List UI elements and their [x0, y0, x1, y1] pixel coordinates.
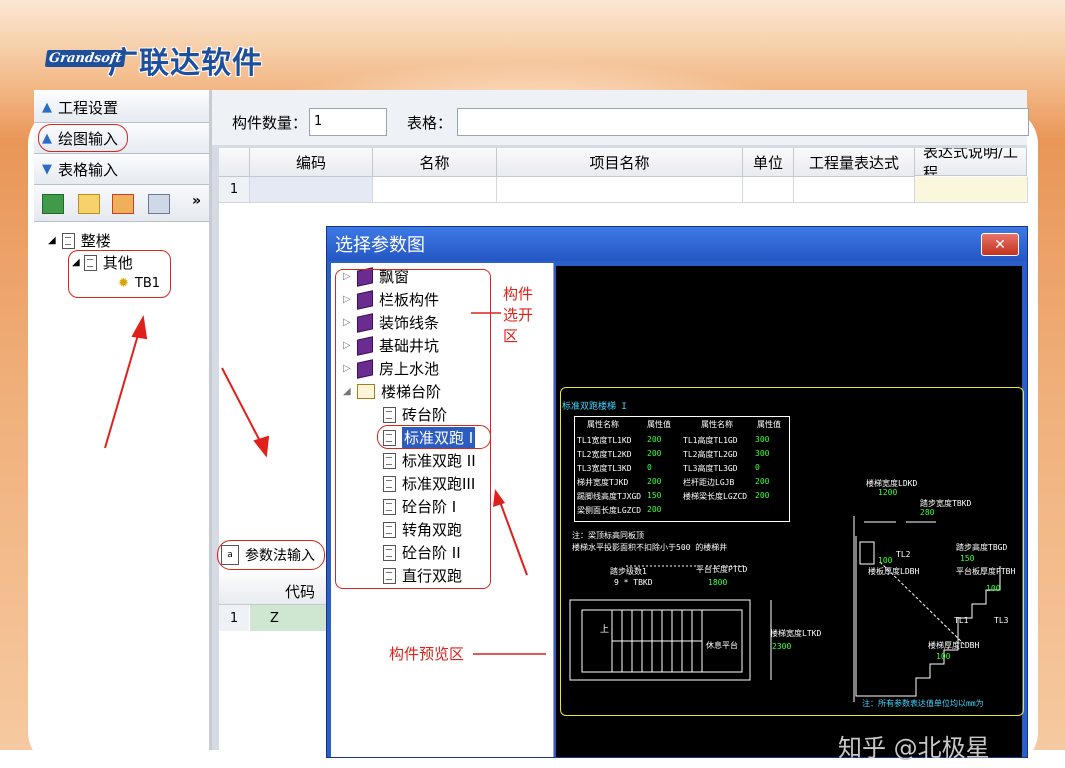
close-icon: ✕	[994, 236, 1006, 253]
cad-label: 踏步高度TBGD	[956, 543, 1008, 552]
select-param-dialog: 选择参数图 ✕ ▷ 飘窗 ▷ 栏板构件 ▷ 装饰线条 ▷ 基础井坑 ▷ 房上水池 ◢ 楼梯台…	[326, 226, 1028, 758]
cad-label: TL1	[954, 616, 969, 625]
cad-label: 9 * TBKD	[614, 578, 653, 587]
cad-label: 上	[600, 625, 610, 635]
cad-label: 楼板厚度LDBH	[868, 567, 920, 576]
cad-footnote: 注：所有参数表达值单位均以mm为	[862, 699, 984, 708]
cad-label: 100	[986, 584, 1001, 593]
component-select-pane: ▷ 飘窗 ▷ 栏板构件 ▷ 装饰线条 ▷ 基础井坑 ▷ 房上水池 ◢ 楼梯台阶 砖台阶 标准…	[331, 263, 554, 757]
cad-label: 楼梯厚度LDBH	[928, 641, 980, 650]
cad-label: 2300	[772, 642, 792, 651]
cad-label: 100	[878, 556, 893, 565]
annotation-text: 选开	[503, 306, 534, 324]
stair-drawing	[569, 516, 1001, 702]
dialog-titlebar: 选择参数图 ✕	[327, 227, 1027, 261]
preview-area-annotation: 构件预览区	[389, 645, 465, 663]
close-button[interactable]: ✕	[981, 233, 1019, 256]
cad-label: 150	[960, 554, 975, 563]
cad-label: 1200	[878, 488, 898, 497]
arrow-line	[221, 367, 263, 446]
arrow-line	[104, 327, 141, 449]
cad-label: 平台长度PTCD	[696, 565, 748, 574]
arrow-head	[253, 435, 270, 458]
cad-label: 休息平台	[706, 641, 738, 650]
cad-label: TL2	[896, 550, 911, 559]
cad-label: 楼梯宽度LTKD	[770, 629, 822, 638]
cad-label: 1800	[708, 578, 728, 587]
cad-label: 平台板厚度PTBH	[956, 567, 1016, 576]
arrow-head	[493, 489, 505, 507]
component-preview-pane: 标准双跑楼梯 I 属性名称 属性值 属性名称 属性值 TL1宽度TL1KD 20…	[556, 266, 1024, 757]
cad-label: 100	[936, 652, 951, 661]
annotation-text: 构件	[503, 285, 534, 303]
component-select-annotation: 构件 选开 区	[503, 283, 533, 346]
arrow-head	[131, 314, 148, 340]
cad-label: 踏步级数1	[610, 567, 647, 576]
zhihu-watermark: 知乎 @北极星	[838, 734, 990, 762]
cad-label: TL3	[994, 616, 1009, 625]
dialog-title: 选择参数图	[335, 235, 425, 256]
cad-label: 280	[920, 508, 935, 517]
arrow-line	[498, 498, 528, 576]
annotation-text: 区	[503, 327, 519, 345]
